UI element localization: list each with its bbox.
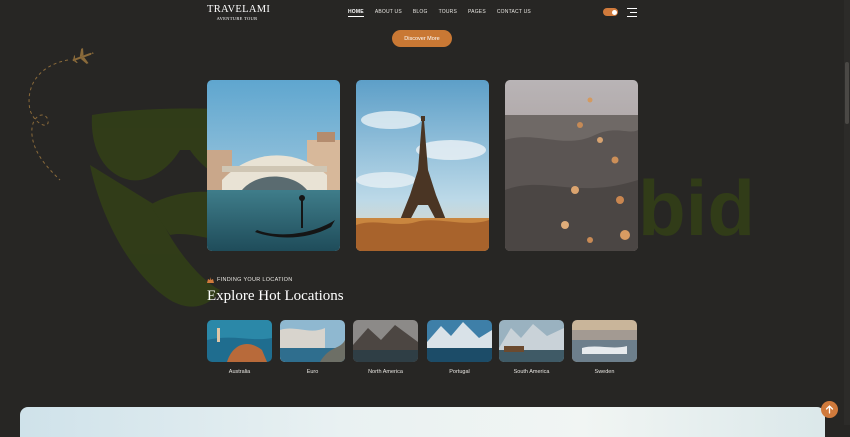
- location-card-australia[interactable]: Australia: [207, 320, 272, 375]
- location-card-north-america[interactable]: North America: [353, 320, 418, 375]
- bottom-banner: [20, 407, 825, 437]
- location-name: Australia: [228, 369, 251, 375]
- photo-cappadocia[interactable]: [505, 80, 638, 251]
- location-image: [427, 320, 492, 362]
- location-card-sweden[interactable]: Sweden: [572, 320, 637, 375]
- location-card-euro[interactable]: Euro: [280, 320, 345, 375]
- location-name: Portugal: [449, 369, 470, 375]
- cappadocia-image: [505, 80, 638, 251]
- location-name: Euro: [306, 369, 319, 375]
- toggle-knob: [611, 9, 617, 15]
- watermark-text: bid: [638, 164, 755, 252]
- location-name: Sweden: [594, 369, 615, 375]
- nav-pages[interactable]: PAGES: [468, 9, 486, 17]
- location-card-portugal[interactable]: Portugal: [427, 320, 492, 375]
- scroll-to-top-button[interactable]: [821, 401, 838, 418]
- nav-tours[interactable]: TOURS: [439, 9, 457, 17]
- airplane-icon: [28, 48, 94, 181]
- arrow-up-icon: [825, 405, 834, 414]
- location-name: North America: [368, 369, 403, 375]
- scrollbar-thumb[interactable]: [845, 62, 849, 124]
- section-title: Explore Hot Locations: [207, 288, 344, 304]
- site-header: TRAVELAMI AVENTURE TOUR HOME ABOUT US BL…: [0, 0, 850, 24]
- main-nav: HOME ABOUT US BLOG TOURS PAGES CONTACT U…: [348, 9, 531, 17]
- location-image: [353, 320, 418, 362]
- site-logo[interactable]: TRAVELAMI AVENTURE TOUR: [207, 4, 271, 21]
- photo-venice[interactable]: [207, 80, 340, 251]
- logo-title: TRAVELAMI: [207, 4, 271, 15]
- location-card-south-america[interactable]: South America: [499, 320, 564, 375]
- location-icon: [207, 277, 214, 283]
- hamburger-menu-icon[interactable]: [627, 8, 637, 17]
- nav-blog[interactable]: BLOG: [413, 9, 428, 17]
- nav-about-us[interactable]: ABOUT US: [375, 9, 402, 17]
- venice-image: [207, 80, 340, 251]
- eiffel-tower-image: [356, 80, 489, 251]
- location-image: [572, 320, 637, 362]
- discover-more-button[interactable]: Discover More: [392, 30, 452, 47]
- location-image: [499, 320, 564, 362]
- location-image: [207, 320, 272, 362]
- eyebrow-text: FINDING YOUR LOCATION: [217, 277, 293, 283]
- logo-subtitle: AVENTURE TOUR: [216, 15, 258, 21]
- page-scrollbar[interactable]: [844, 0, 850, 425]
- location-image: [280, 320, 345, 362]
- nav-home[interactable]: HOME: [348, 9, 364, 17]
- location-name: South America: [513, 369, 550, 375]
- photo-paris[interactable]: [356, 80, 489, 251]
- section-eyebrow: FINDING YOUR LOCATION: [207, 277, 292, 283]
- theme-toggle[interactable]: [603, 8, 618, 16]
- nav-contact-us[interactable]: CONTACT US: [497, 9, 531, 17]
